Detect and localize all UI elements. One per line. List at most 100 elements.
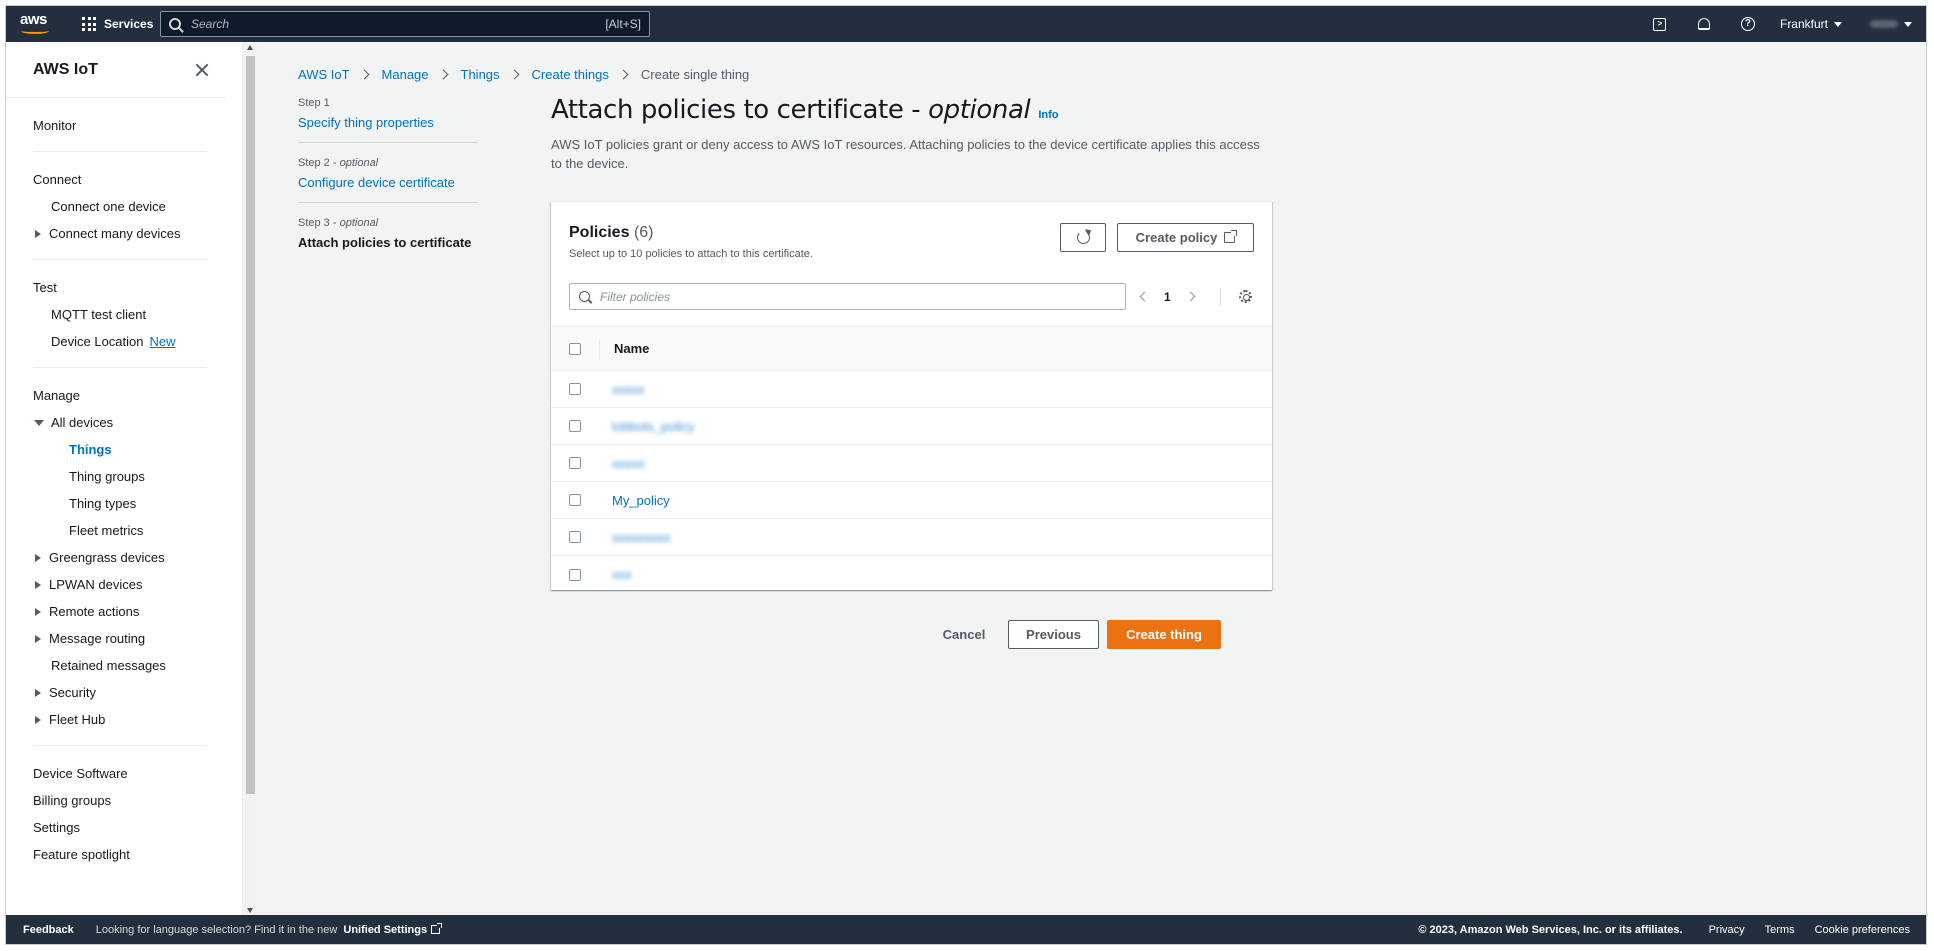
sidebar-item-label: Connect many devices — [49, 226, 181, 241]
sidebar-item-billing-groups[interactable]: Billing groups — [33, 787, 207, 814]
step-number: Step 2 - optional — [298, 157, 379, 169]
top-navigation: aws Services Search [Alt+S] > ? Frankfur… — [6, 6, 1926, 42]
search-icon — [169, 18, 181, 30]
table-row: My_policy — [551, 482, 1272, 519]
sidebar-item-lpwan[interactable]: LPWAN devices — [33, 571, 207, 598]
sidebar-item-greengrass[interactable]: Greengrass devices — [33, 544, 207, 571]
sidebar-item-device-location[interactable]: Device Location New — [33, 328, 207, 355]
policy-name-link[interactable]: xxx — [612, 567, 632, 582]
expand-icon — [35, 715, 41, 724]
sidebar-item-thing-groups[interactable]: Thing groups — [33, 463, 207, 490]
privacy-link[interactable]: Privacy — [1709, 924, 1745, 936]
footer-links: © 2023, Amazon Web Services, Inc. or its… — [1418, 924, 1926, 936]
sidebar-item-all-devices[interactable]: All devices — [33, 409, 207, 436]
row-checkbox[interactable] — [569, 531, 581, 543]
policy-name-link[interactable]: My_policy — [612, 493, 670, 508]
chevron-right-icon[interactable] — [1185, 291, 1196, 302]
unified-settings-link[interactable]: Unified Settings — [343, 923, 443, 936]
select-all-checkbox[interactable] — [569, 342, 581, 355]
sidebar-item-fleet-metrics[interactable]: Fleet metrics — [33, 517, 207, 544]
sidebar-item-feature-spotlight[interactable]: Feature spotlight — [33, 841, 207, 868]
sidebar-item-connect-one[interactable]: Connect one device — [33, 193, 207, 220]
search-placeholder: Search — [191, 17, 230, 31]
table-row: xxx — [551, 556, 1272, 593]
row-checkbox[interactable] — [569, 494, 581, 506]
breadcrumb-create-things[interactable]: Create things — [532, 67, 609, 82]
sidebar-item-connect-many[interactable]: Connect many devices — [33, 220, 207, 247]
row-checkbox[interactable] — [569, 383, 581, 395]
sidebar-scrollbar[interactable] — [244, 42, 257, 916]
page-number[interactable]: 1 — [1164, 290, 1171, 304]
sidebar-item-monitor[interactable]: Monitor — [33, 112, 207, 139]
region-selector[interactable]: Frankfurt — [1770, 17, 1856, 31]
search-icon — [579, 291, 590, 302]
row-checkbox[interactable] — [569, 568, 581, 581]
sidebar-heading-test: Test — [33, 280, 57, 295]
sidebar-group-manage: Manage All devices Things Thing groups T… — [33, 368, 207, 746]
policies-subtitle: Select up to 10 policies to attach to th… — [569, 248, 813, 260]
create-policy-button[interactable]: Create policy — [1117, 223, 1254, 252]
sidebar-group-monitor: Monitor — [33, 98, 207, 152]
sidebar-title[interactable]: AWS IoT — [33, 61, 98, 79]
info-link[interactable]: Info — [1038, 109, 1058, 121]
sidebar-item-device-software[interactable]: Device Software — [33, 760, 207, 787]
sidebar-list: Monitor Connect Connect one device Conne… — [6, 98, 242, 880]
language-note: Looking for language selection? Find it … — [96, 923, 443, 936]
policy-name-link[interactable]: xxxxxxxxx — [612, 530, 671, 545]
refresh-button[interactable] — [1060, 223, 1106, 252]
breadcrumb-things[interactable]: Things — [461, 67, 500, 82]
account-menu[interactable] — [1856, 20, 1926, 28]
sidebar-item-mqtt[interactable]: MQTT test client — [33, 301, 207, 328]
table-header: Name — [551, 326, 1272, 371]
breadcrumb-manage[interactable]: Manage — [382, 67, 429, 82]
previous-button[interactable]: Previous — [1008, 620, 1099, 649]
sidebar-group-connect: Connect Connect one device Connect many … — [33, 152, 207, 260]
column-header-name[interactable]: Name — [599, 338, 649, 359]
sidebar-item-things[interactable]: Things — [33, 436, 207, 463]
create-policy-label: Create policy — [1135, 230, 1218, 245]
sidebar-item-fleet-hub[interactable]: Fleet Hub — [33, 706, 207, 733]
scroll-up-arrow-icon[interactable] — [247, 45, 253, 50]
policy-name-link[interactable]: xxxxx — [612, 382, 645, 397]
breadcrumb-aws-iot[interactable]: AWS IoT — [298, 67, 350, 82]
scroll-down-arrow-icon[interactable] — [247, 908, 253, 913]
step-link-configure-certificate[interactable]: Configure device certificate — [298, 175, 478, 190]
refresh-icon — [1076, 231, 1090, 244]
row-checkbox[interactable] — [569, 420, 581, 432]
cancel-button[interactable]: Cancel — [940, 627, 988, 642]
scrollbar-thumb[interactable] — [246, 56, 255, 794]
notifications-button[interactable] — [1682, 6, 1726, 42]
sidebar-item-remote-actions[interactable]: Remote actions — [33, 598, 207, 625]
sidebar-item-security[interactable]: Security — [33, 679, 207, 706]
filter-policies-input[interactable] — [600, 289, 1080, 304]
breadcrumb-current: Create single thing — [640, 67, 750, 82]
sidebar-item-label: Fleet Hub — [49, 712, 106, 727]
policy-name-link[interactable]: lobbots_policy — [612, 419, 694, 434]
sidebar-heading-connect: Connect — [33, 172, 82, 187]
aws-smile-icon — [21, 28, 49, 34]
sidebar-header: AWS IoT — [6, 42, 227, 98]
terms-link[interactable]: Terms — [1765, 924, 1795, 936]
caret-down-icon — [1904, 21, 1912, 27]
aws-logo[interactable]: aws — [20, 11, 52, 37]
sidebar-item-settings[interactable]: Settings — [33, 814, 207, 841]
global-search-input[interactable]: Search [Alt+S] — [160, 11, 650, 37]
create-thing-button[interactable]: Create thing — [1107, 620, 1221, 649]
step-link-specify-thing[interactable]: Specify thing properties — [298, 115, 478, 130]
services-menu-button[interactable]: Services — [82, 6, 153, 42]
sidebar-item-retained-messages[interactable]: Retained messages — [33, 652, 207, 679]
cloudshell-button[interactable]: > — [1638, 6, 1682, 42]
policy-name-link[interactable]: xxxxx — [612, 456, 645, 471]
chevron-left-icon[interactable] — [1139, 291, 1150, 302]
help-button[interactable]: ? — [1726, 6, 1770, 42]
chevron-right-icon — [618, 69, 629, 80]
gear-icon[interactable] — [1239, 290, 1252, 303]
cookie-preferences-link[interactable]: Cookie preferences — [1815, 924, 1910, 936]
sidebar-item-message-routing[interactable]: Message routing — [33, 625, 207, 652]
close-icon[interactable] — [195, 63, 209, 77]
feedback-link[interactable]: Feedback — [23, 924, 74, 936]
region-label: Frankfurt — [1779, 17, 1828, 31]
sidebar-item-thing-types[interactable]: Thing types — [33, 490, 207, 517]
new-badge: New — [149, 334, 176, 349]
row-checkbox[interactable] — [569, 457, 581, 469]
